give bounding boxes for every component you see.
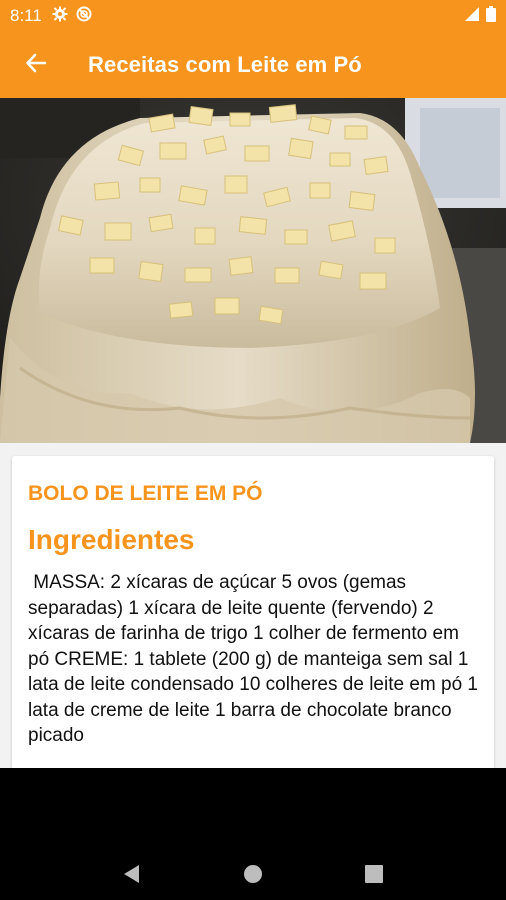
status-right [464, 5, 496, 27]
recents-square-icon [364, 864, 383, 888]
arrow-back-icon [24, 51, 48, 80]
status-icons-left [52, 6, 92, 27]
battery-icon [486, 5, 496, 27]
recipe-card: BOLO DE LEITE EM PÓ Ingredientes MASSA: … [12, 456, 494, 770]
app-title: Receitas com Leite em Pó [88, 52, 362, 77]
back-triangle-icon [123, 864, 141, 889]
recipe-photo [0, 98, 506, 443]
gear-icon [52, 6, 68, 27]
recipe-title: BOLO DE LEITE EM PÓ [28, 482, 263, 505]
signal-icon [464, 6, 480, 27]
status-time: 8:11 [10, 6, 42, 25]
nav-home-button[interactable] [233, 856, 273, 896]
back-button[interactable] [8, 37, 64, 93]
no-sync-icon [76, 6, 92, 27]
nav-recents-button[interactable] [354, 856, 394, 896]
status-left: 8:11 [10, 6, 92, 27]
empty-area [0, 768, 506, 852]
status-bar: 8:11 [0, 0, 506, 32]
nav-back-button[interactable] [112, 856, 152, 896]
screen: 8:11 Receitas com Leite em Pó BOLO DE LE… [0, 0, 506, 900]
navigation-bar [0, 852, 506, 900]
ingredients-text: MASSA: 2 xícaras de açúcar 5 ovos (gemas… [28, 572, 484, 746]
app-bar: Receitas com Leite em Pó [0, 32, 506, 98]
ingredients-heading: Ingredientes [28, 524, 195, 555]
home-circle-icon [243, 864, 263, 889]
